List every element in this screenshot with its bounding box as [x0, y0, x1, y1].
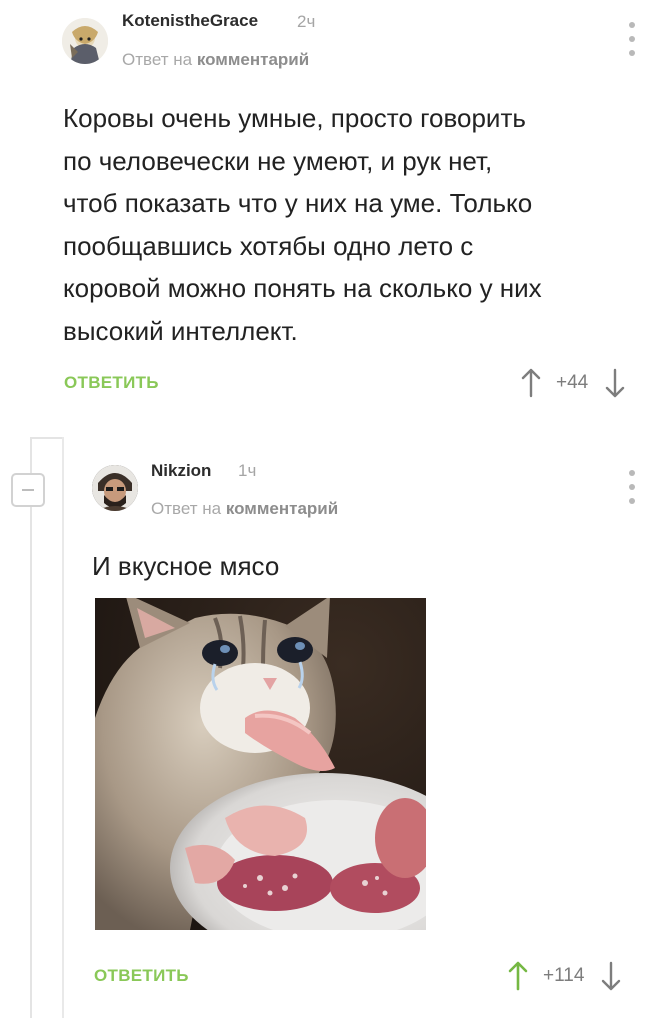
comment-text-line: по человечески не умеют, и рук нет, — [63, 145, 493, 176]
arrow-down-icon[interactable] — [604, 368, 626, 398]
reply-button[interactable]: ОТВЕТИТЬ — [64, 373, 159, 393]
rating-count: +44 — [556, 372, 589, 393]
reply-button[interactable]: ОТВЕТИТЬ — [94, 966, 189, 986]
comment-menu-icon[interactable] — [622, 22, 642, 56]
comment-time: 1ч — [238, 461, 257, 480]
comment-1: KotenistheGrace 2ч Ответ на комментарий … — [0, 0, 650, 420]
rating-count: +114 — [543, 965, 585, 986]
reply-target-link[interactable]: комментарий — [197, 50, 309, 69]
reply-target-link[interactable]: комментарий — [226, 499, 338, 518]
avatar-image-icon — [92, 465, 138, 511]
author-name[interactable]: KotenistheGrace — [122, 11, 258, 31]
comment-text-line: чтоб показать что у них на уме. Только — [63, 188, 533, 219]
comment-text-line: коровой можно понять на сколько у них — [63, 273, 542, 304]
arrow-up-icon[interactable] — [507, 961, 529, 991]
comment-text-line: высокий интеллект. — [63, 315, 298, 346]
vote-controls: +44 — [520, 368, 626, 398]
author-avatar[interactable] — [92, 465, 138, 511]
vote-controls: +114 — [507, 961, 622, 991]
reply-prefix: Ответ на — [122, 50, 193, 69]
collapse-thread-button[interactable] — [11, 473, 45, 507]
comment-menu-icon[interactable] — [622, 470, 642, 504]
thread-connector — [30, 437, 62, 439]
comment-image[interactable] — [95, 598, 426, 930]
reply-to-label: Ответ на комментарий — [122, 50, 309, 70]
arrow-up-icon[interactable] — [520, 368, 542, 398]
avatar-image-icon — [62, 18, 108, 64]
comment-text: И вкусное мясо — [92, 551, 280, 581]
reply-prefix: Ответ на — [151, 499, 222, 518]
author-avatar[interactable] — [62, 18, 108, 64]
reply-to-label: Ответ на комментарий — [151, 499, 338, 519]
comment-text: Коровы очень умные, просто говорить по ч… — [63, 97, 542, 353]
author-name[interactable]: Nikzion — [151, 461, 211, 481]
arrow-down-icon[interactable] — [600, 961, 622, 991]
comment-text-line: Коровы очень умные, просто говорить — [63, 103, 526, 133]
crying-cat-eating-sausage-image — [95, 598, 426, 930]
comment-time: 2ч — [297, 12, 316, 31]
thread-line — [30, 437, 32, 1018]
thread-line-nested — [62, 437, 64, 1018]
comment-text-line: пообщавшись хотябы одно лето с — [63, 230, 474, 261]
